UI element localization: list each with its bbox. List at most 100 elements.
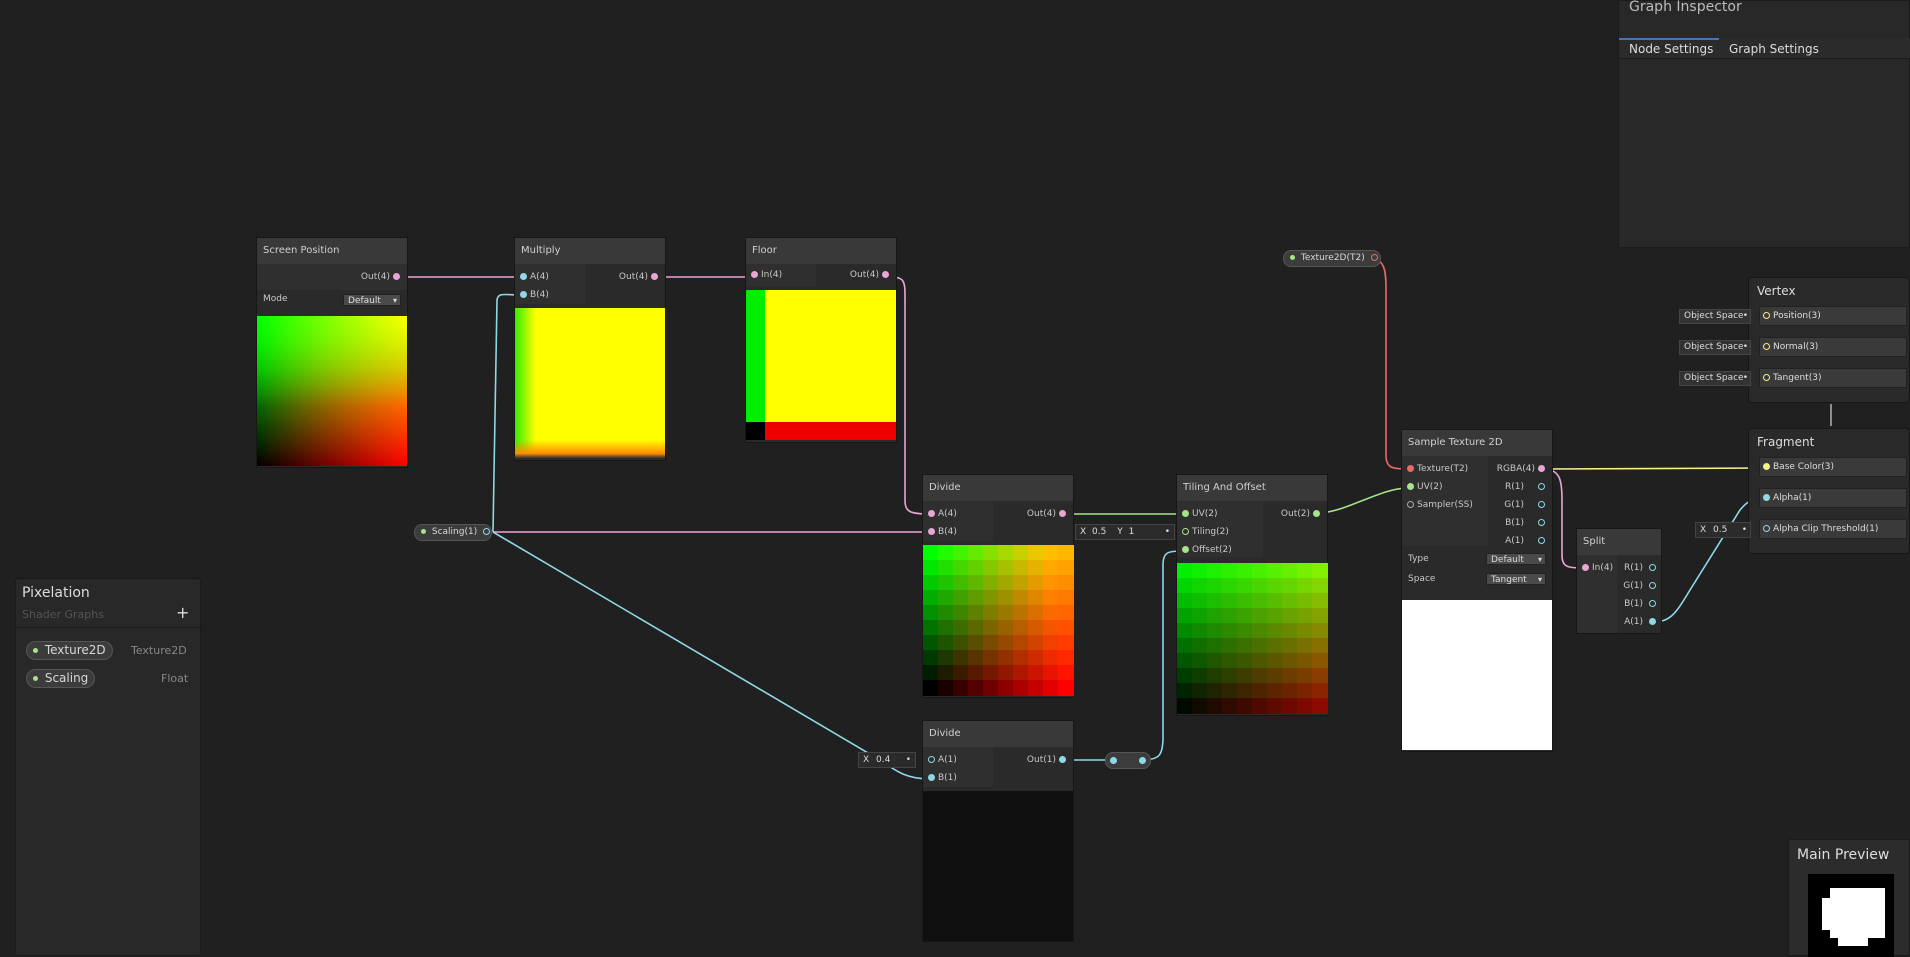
connector-dot-icon: • <box>905 755 911 765</box>
port-out[interactable]: Out(2) <box>1281 508 1323 520</box>
port-out[interactable]: Out(4) <box>619 271 661 283</box>
vertex-slot-position[interactable]: Position(3) <box>1759 306 1907 326</box>
port-out[interactable]: Out(4) <box>850 269 892 281</box>
port-texture[interactable]: Texture(T2) <box>1404 463 1468 475</box>
blackboard-subtitle: Shader Graphs <box>22 608 104 621</box>
port-out[interactable]: Out(4) <box>1027 508 1069 520</box>
port-uv[interactable]: UV(2) <box>1179 508 1218 520</box>
tab-node-settings[interactable]: Node Settings <box>1619 38 1719 58</box>
slot-label: Alpha(1) <box>1773 493 1812 503</box>
type-label: Type <box>1408 554 1429 564</box>
vertex-slot-tangent[interactable]: Tangent(3) <box>1759 368 1907 388</box>
position-space-field[interactable]: Object Space • <box>1679 309 1751 324</box>
port-dot-icon <box>882 271 889 278</box>
property-node-texture2d[interactable]: Texture2D(T2) <box>1283 250 1381 267</box>
port-label: Out(4) <box>1026 509 1056 519</box>
fragment-slot-base-color[interactable]: Base Color(3) <box>1759 457 1907 477</box>
node-sample-texture-2d[interactable]: Sample Texture 2D Texture(T2) UV(2) Samp… <box>1401 429 1553 752</box>
port-label: Out(4) <box>618 272 648 282</box>
master-stack-vertex[interactable]: Vertex Position(3) Normal(3) Tangent(3) <box>1748 277 1910 403</box>
blackboard-property-texture2d[interactable]: Texture2D <box>26 641 113 660</box>
slot-label: Position(3) <box>1773 311 1821 321</box>
node-preview <box>1177 563 1328 714</box>
port-b[interactable]: B(1) <box>1505 517 1548 529</box>
node-tiling-and-offset[interactable]: Tiling And Offset UV(2) Tiling(2) Offset… <box>1176 474 1328 716</box>
port-dot-icon <box>751 271 758 278</box>
property-dot-icon <box>1290 255 1295 260</box>
port-r[interactable]: R(1) <box>1624 562 1659 574</box>
port-label: B(1) <box>1505 518 1524 528</box>
port-g[interactable]: G(1) <box>1504 499 1548 511</box>
fragment-slot-alpha-clip[interactable]: Alpha Clip Threshold(1) <box>1759 519 1907 539</box>
port-dot-icon <box>1649 600 1656 607</box>
node-screen-position[interactable]: Screen Position Out(4) Mode Default <box>256 237 408 468</box>
vertex-slot-normal[interactable]: Normal(3) <box>1759 337 1907 357</box>
port-b[interactable]: B(1) <box>925 772 957 784</box>
port-b[interactable]: B(1) <box>1624 598 1659 610</box>
port-dot-icon <box>1649 564 1656 571</box>
port-offset[interactable]: Offset(2) <box>1179 544 1232 556</box>
node-split[interactable]: Split In(4) R(1) G(1) B(1) A(1) <box>1576 528 1662 634</box>
node-title: Floor <box>746 238 896 264</box>
mode-dropdown[interactable]: Default <box>343 294 401 307</box>
port-label: A(1) <box>938 755 957 765</box>
tab-graph-settings[interactable]: Graph Settings <box>1719 38 1829 58</box>
node-preview <box>515 308 665 458</box>
port-tiling[interactable]: Tiling(2) <box>1179 526 1229 538</box>
port-g[interactable]: G(1) <box>1623 580 1659 592</box>
wire-tiling-sample <box>1317 487 1409 514</box>
alpha-clip-threshold-input[interactable]: X 0.5 • <box>1695 522 1751 538</box>
port-dot-icon <box>1649 582 1656 589</box>
port-a[interactable]: A(1) <box>925 754 957 766</box>
field-axis-label: Y <box>1117 527 1123 537</box>
port-label: RGBA(4) <box>1496 464 1535 474</box>
blackboard-property-scaling[interactable]: Scaling <box>26 669 96 688</box>
divide2-a-input[interactable]: X 0.4 • <box>858 752 916 768</box>
port-label: UV(2) <box>1192 509 1218 519</box>
field-value: 0.4 <box>876 755 891 765</box>
port-in[interactable]: In(4) <box>748 269 782 281</box>
port-label: Sampler(SS) <box>1417 500 1473 510</box>
main-preview-panel[interactable]: Main Preview <box>1788 839 1910 957</box>
port-label: In(4) <box>1592 563 1614 573</box>
node-floor[interactable]: Floor In(4) Out(4) <box>745 237 897 443</box>
port-b[interactable]: B(4) <box>517 289 549 301</box>
property-dot-icon <box>33 648 38 653</box>
node-multiply[interactable]: Multiply A(4) B(4) Out(4) <box>514 237 666 461</box>
port-label: G(1) <box>1623 581 1643 591</box>
tiling-input[interactable]: X 0.5 Y 1 • <box>1075 524 1175 540</box>
normal-space-field[interactable]: Object Space • <box>1679 340 1751 355</box>
port-label: R(1) <box>1504 482 1524 492</box>
type-dropdown[interactable]: Default <box>1486 553 1546 566</box>
node-divide-2[interactable]: Divide A(1) B(1) Out(1) <box>922 720 1074 942</box>
port-a[interactable]: A(1) <box>1624 616 1659 628</box>
mode-label: Mode <box>263 294 288 304</box>
space-label: Space <box>1408 574 1436 584</box>
wire-sample-basecolor <box>1542 467 1768 470</box>
fragment-slot-alpha[interactable]: Alpha(1) <box>1759 488 1907 508</box>
port-a[interactable]: A(4) <box>925 508 957 520</box>
reroute-node[interactable] <box>1105 752 1151 769</box>
node-divide-1[interactable]: Divide A(4) B(4) Out(4) <box>922 474 1074 698</box>
blackboard-property-type: Float <box>161 672 189 685</box>
node-title: Split <box>1577 529 1661 555</box>
port-in[interactable]: In(4) <box>1579 562 1613 574</box>
port-out[interactable]: Out(4) <box>361 271 403 283</box>
port-r[interactable]: R(1) <box>1505 481 1548 493</box>
port-uv[interactable]: UV(2) <box>1404 481 1443 493</box>
tangent-space-field[interactable]: Object Space • <box>1679 371 1751 386</box>
property-dot-icon <box>421 529 426 534</box>
port-out[interactable]: Out(1) <box>1027 754 1069 766</box>
space-dropdown[interactable]: Tangent <box>1486 573 1546 586</box>
port-rgba[interactable]: RGBA(4) <box>1497 463 1548 475</box>
port-label: B(4) <box>530 290 549 300</box>
node-preview <box>1402 600 1552 750</box>
port-dot-icon <box>1059 756 1066 763</box>
add-property-button[interactable]: + <box>176 603 189 622</box>
property-node-scaling[interactable]: Scaling(1) <box>414 524 492 541</box>
master-stack-fragment[interactable]: Fragment Base Color(3) Alpha(1) Alpha Cl… <box>1748 428 1910 554</box>
port-sampler[interactable]: Sampler(SS) <box>1404 499 1473 511</box>
port-b[interactable]: B(4) <box>925 526 957 538</box>
port-dot-icon <box>1313 510 1320 517</box>
port-a[interactable]: A(4) <box>517 271 549 283</box>
